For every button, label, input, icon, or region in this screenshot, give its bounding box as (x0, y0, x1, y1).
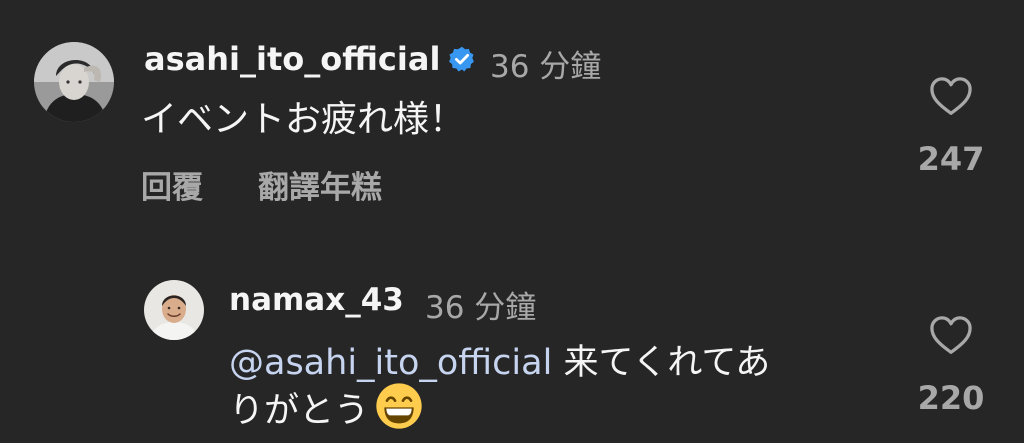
heart-outline-icon[interactable] (929, 315, 973, 355)
comment-username[interactable]: asahi_ito_official (144, 40, 440, 78)
verified-badge-icon (449, 46, 474, 72)
avatar[interactable] (144, 280, 204, 340)
profile-photo (144, 280, 204, 340)
like-count: 220 (917, 379, 985, 417)
comments-panel: asahi_ito_official 36 分鐘 イベントお疲れ様！ 回覆 翻譯… (0, 0, 1024, 443)
heart-outline-icon[interactable] (929, 76, 973, 116)
comment-timestamp: 36 分鐘 (425, 290, 537, 326)
comment-text: @asahi_ito_official 来てくれてあ (229, 334, 770, 385)
profile-photo (34, 42, 114, 122)
like-count: 247 (917, 140, 985, 178)
comment-text-continued: りがとう (229, 382, 423, 433)
translate-button[interactable]: 翻譯年糕 (258, 162, 382, 207)
comment-text: イベントお疲れ様！ (141, 99, 466, 140)
comment-text-line1: 来てくれてあ (563, 343, 771, 383)
reply-button[interactable]: 回覆 (141, 162, 203, 207)
comment-timestamp: 36 分鐘 (490, 49, 602, 85)
comment-username[interactable]: namax_43 (229, 282, 404, 318)
mention-link[interactable]: @asahi_ito_official (229, 343, 552, 383)
grinning-face-emoji-icon (376, 383, 422, 429)
avatar[interactable] (34, 42, 114, 122)
comment-text-line2: りがとう (229, 391, 370, 431)
